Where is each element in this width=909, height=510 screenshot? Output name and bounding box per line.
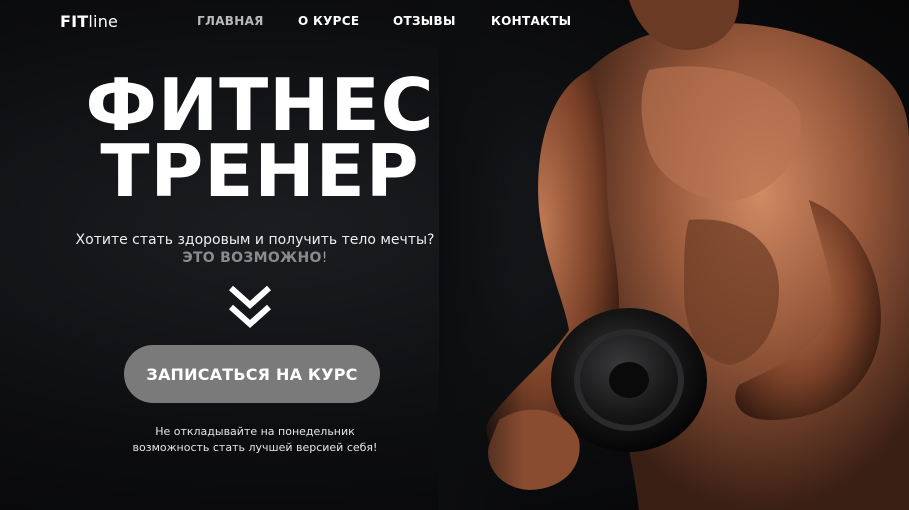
nav-item-reviews[interactable]: ОТЗЫВЫ — [393, 14, 456, 28]
hero-subtitle: Хотите стать здоровым и получить тело ме… — [75, 232, 435, 248]
athlete-photo — [439, 0, 909, 510]
hero-emphasis-suffix: ! — [321, 250, 328, 266]
main-nav: ГЛАВНАЯ О КУРСЕ ОТЗЫВЫ КОНТАКТЫ — [0, 14, 909, 34]
hero-title-line-2: ТРЕНЕР — [100, 129, 420, 213]
nav-item-course[interactable]: О КУРСЕ — [298, 14, 359, 28]
hero-note: Не откладывайте на понедельник возможнос… — [60, 424, 450, 456]
hero-title: ФИТНЕС ТРЕНЕР — [60, 69, 460, 213]
hero-section: FITline ГЛАВНАЯ О КУРСЕ ОТЗЫВЫ КОНТАКТЫ … — [0, 0, 909, 510]
signup-course-button[interactable]: ЗАПИСАТЬСЯ НА КУРС — [124, 345, 380, 403]
nav-item-contacts[interactable]: КОНТАКТЫ — [491, 14, 571, 28]
hero-emphasis-text: ЭТО ВОЗМОЖНО — [182, 250, 322, 266]
hero-note-line-1: Не откладывайте на понедельник — [155, 425, 355, 438]
hero-emphasis: ЭТО ВОЗМОЖНО! — [40, 250, 470, 266]
hero-note-line-2: возможность стать лучшей версией себя! — [132, 441, 378, 454]
double-chevron-down-icon[interactable] — [227, 283, 273, 331]
nav-item-home[interactable]: ГЛАВНАЯ — [197, 14, 264, 28]
